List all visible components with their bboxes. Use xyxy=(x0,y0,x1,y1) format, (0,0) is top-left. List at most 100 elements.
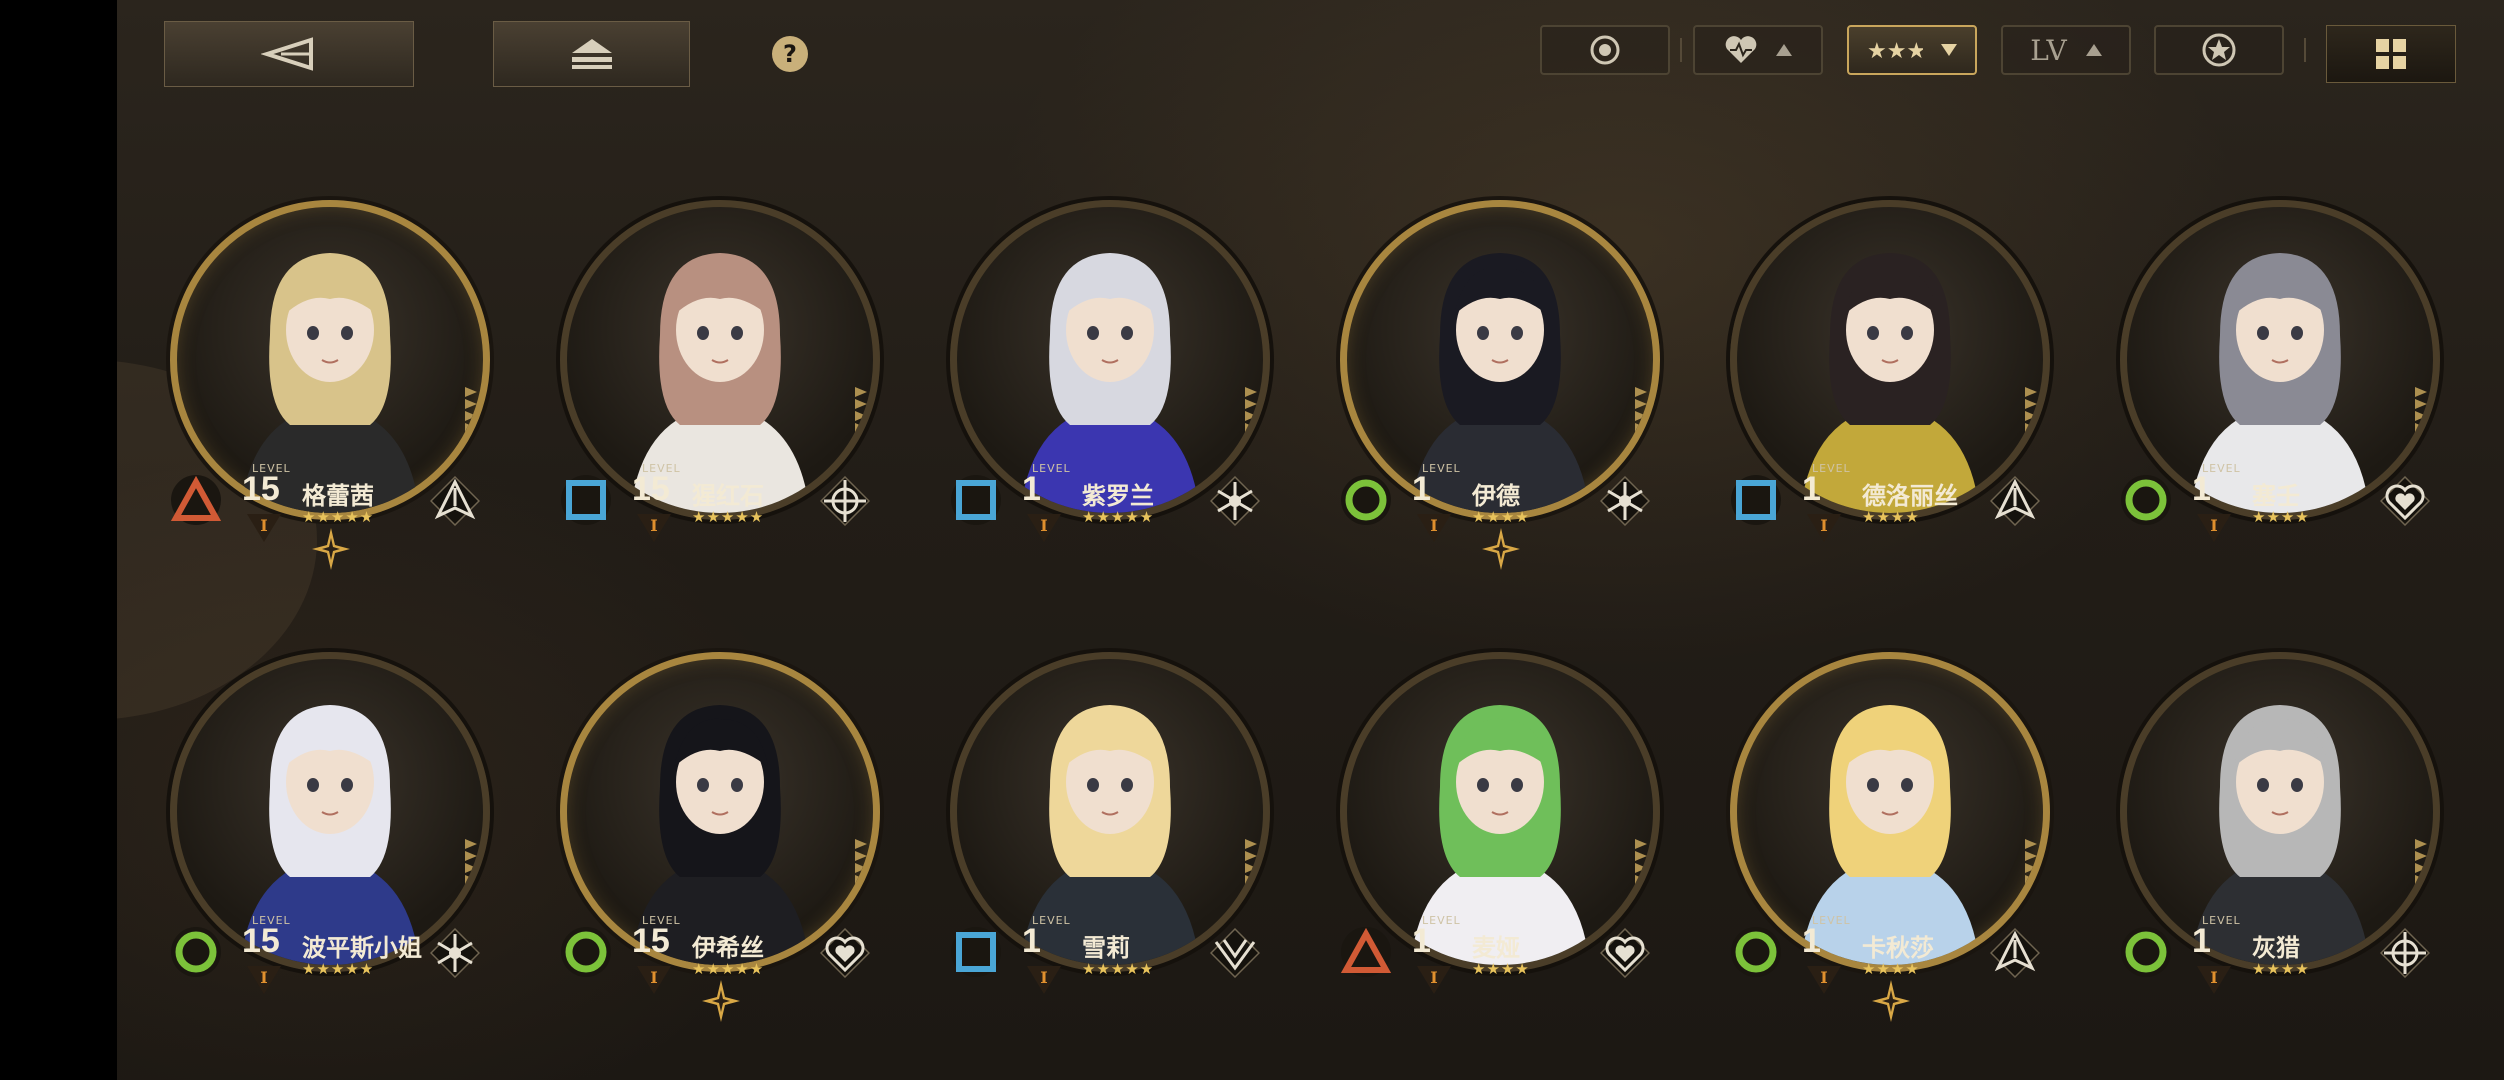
rank-badge: I xyxy=(1417,966,1451,994)
character-card[interactable]: LEVEL 1 I 德洛丽丝 ★★★★ xyxy=(1720,170,2060,550)
rarity-stars: ★★★★★ xyxy=(302,960,375,978)
rank-numeral: I xyxy=(2210,516,2217,535)
rank-numeral: I xyxy=(1820,516,1827,535)
square-type-icon xyxy=(1730,474,1782,526)
frame-ticks xyxy=(1635,387,1647,457)
circle-type-icon xyxy=(1340,474,1392,526)
character-card[interactable]: LEVEL 1 I 塞壬 ★★★★ xyxy=(2110,170,2450,550)
sort-ascending-icon xyxy=(2085,44,2102,56)
rank-numeral: I xyxy=(1040,516,1047,535)
character-info: LEVEL 15 I 伊希丝 ★★★★★ xyxy=(550,914,890,994)
triangle-type-icon xyxy=(170,474,222,526)
level-value: 15 xyxy=(632,922,670,960)
character-card[interactable]: LEVEL 1 I 卡秋莎 ★★★★ xyxy=(1720,622,2060,1022)
circle-type-icon xyxy=(560,926,612,978)
character-name: 波平斯小姐 xyxy=(302,934,422,962)
character-info: LEVEL 1 I 麦娅 ★★★★ xyxy=(1330,914,1670,994)
level-value: 1 xyxy=(2192,922,2211,960)
circle-target-icon xyxy=(1590,35,1620,65)
frame-ticks xyxy=(465,839,477,909)
character-card[interactable]: LEVEL 15 I 猩红石 ★★★★★ xyxy=(550,170,890,550)
stars-icon: ★★★ xyxy=(1867,39,1923,63)
character-name: 伊德 xyxy=(1472,482,1520,510)
sparkle-icon xyxy=(1872,980,1910,1022)
star-badge-icon xyxy=(2202,33,2236,67)
level-value: 15 xyxy=(242,470,280,508)
rank-badge: I xyxy=(247,966,281,994)
character-info: LEVEL 1 I 伊德 ★★★★ xyxy=(1330,462,1670,542)
sort-rarity-button[interactable]: ★★★ xyxy=(1847,25,1977,75)
character-name: 塞壬 xyxy=(2252,482,2300,510)
character-info: LEVEL 15 I 猩红石 ★★★★★ xyxy=(550,462,890,542)
character-card[interactable]: LEVEL 15 I 伊希丝 ★★★★★ xyxy=(550,622,890,1022)
square-type-icon xyxy=(950,474,1002,526)
rarity-stars: ★★★★★ xyxy=(1082,960,1155,978)
home-button[interactable] xyxy=(493,21,690,87)
square-type-icon xyxy=(950,926,1002,978)
filter-favorite-button[interactable] xyxy=(2154,25,2284,75)
help-button[interactable]: ? xyxy=(772,36,808,72)
circle-type-icon xyxy=(170,926,222,978)
snowflake-role-icon xyxy=(429,927,481,979)
sparkle-icon xyxy=(1482,528,1520,570)
character-name: 伊希丝 xyxy=(692,934,764,962)
rarity-stars: ★★★★★ xyxy=(692,508,765,526)
rarity-stars: ★★★★★ xyxy=(302,508,375,526)
rank-badge: I xyxy=(1807,966,1841,994)
toolbar-divider xyxy=(2304,38,2306,62)
character-roster-screen: ? ★★★ LV LEVEL 15 I 格蕾茜 ★★★★★ LEVEL 15 I… xyxy=(117,0,2504,1080)
character-card[interactable]: LEVEL 15 I 格蕾茜 ★★★★★ xyxy=(160,170,500,570)
frame-ticks xyxy=(2415,387,2427,457)
frame-ticks xyxy=(855,387,867,457)
rank-numeral: I xyxy=(260,516,267,535)
rarity-stars: ★★★★★ xyxy=(1082,508,1155,526)
level-value: 1 xyxy=(1412,470,1431,508)
level-value: 1 xyxy=(1022,922,1041,960)
character-info: LEVEL 1 I 灰猎 ★★★★ xyxy=(2110,914,2450,994)
snowflake-role-icon xyxy=(1209,475,1261,527)
character-card[interactable]: LEVEL 1 I 麦娅 ★★★★ xyxy=(1330,622,1670,1002)
spike-role-icon xyxy=(1989,927,2041,979)
rarity-stars: ★★★★ xyxy=(1862,508,1920,526)
character-info: LEVEL 1 I 塞壬 ★★★★ xyxy=(2110,462,2450,542)
heart-role-icon xyxy=(1599,927,1651,979)
character-card[interactable]: LEVEL 1 I 伊德 ★★★★ xyxy=(1330,170,1670,570)
svg-text:★★★: ★★★ xyxy=(1867,39,1923,63)
character-card[interactable]: LEVEL 1 I 紫罗兰 ★★★★★ xyxy=(940,170,1280,550)
character-info: LEVEL 15 I 波平斯小姐 ★★★★★ xyxy=(160,914,500,994)
rank-badge: I xyxy=(1417,514,1451,542)
character-info: LEVEL 1 I 卡秋莎 ★★★★ xyxy=(1720,914,2060,994)
character-card[interactable]: LEVEL 1 I 雪莉 ★★★★★ xyxy=(940,622,1280,1002)
crosshair-role-icon xyxy=(2379,927,2431,979)
frame-ticks xyxy=(2025,387,2037,457)
character-name: 猩红石 xyxy=(692,482,764,510)
triangle-type-icon xyxy=(1340,926,1392,978)
character-name: 灰猎 xyxy=(2252,934,2300,962)
crosshair-role-icon xyxy=(819,475,871,527)
sort-affinity-button[interactable] xyxy=(1693,25,1823,75)
circle-type-icon xyxy=(2120,474,2172,526)
rank-badge: I xyxy=(637,966,671,994)
filter-element-button[interactable] xyxy=(1540,25,1670,75)
rank-numeral: I xyxy=(1040,968,1047,987)
level-value: 15 xyxy=(632,470,670,508)
character-info: LEVEL 15 I 格蕾茜 ★★★★★ xyxy=(160,462,500,542)
frame-ticks xyxy=(1245,839,1257,909)
level-value: 15 xyxy=(242,922,280,960)
grid-view-button[interactable] xyxy=(2326,25,2456,83)
level-value: 1 xyxy=(1802,922,1821,960)
rank-numeral: I xyxy=(260,968,267,987)
snowflake-role-icon xyxy=(1599,475,1651,527)
toolbar-divider xyxy=(1680,38,1682,62)
rank-badge: I xyxy=(637,514,671,542)
character-card[interactable]: LEVEL 15 I 波平斯小姐 ★★★★★ xyxy=(160,622,500,1002)
rank-badge: I xyxy=(2197,966,2231,994)
triangle-left-icon xyxy=(261,37,313,71)
sort-level-button[interactable]: LV xyxy=(2001,25,2131,75)
character-card[interactable]: LEVEL 1 I 灰猎 ★★★★ xyxy=(2110,622,2450,1002)
rank-badge: I xyxy=(2197,514,2231,542)
back-button[interactable] xyxy=(164,21,414,87)
rarity-stars: ★★★★ xyxy=(1862,960,1920,978)
heart-role-icon xyxy=(819,927,871,979)
rank-numeral: I xyxy=(1430,516,1437,535)
